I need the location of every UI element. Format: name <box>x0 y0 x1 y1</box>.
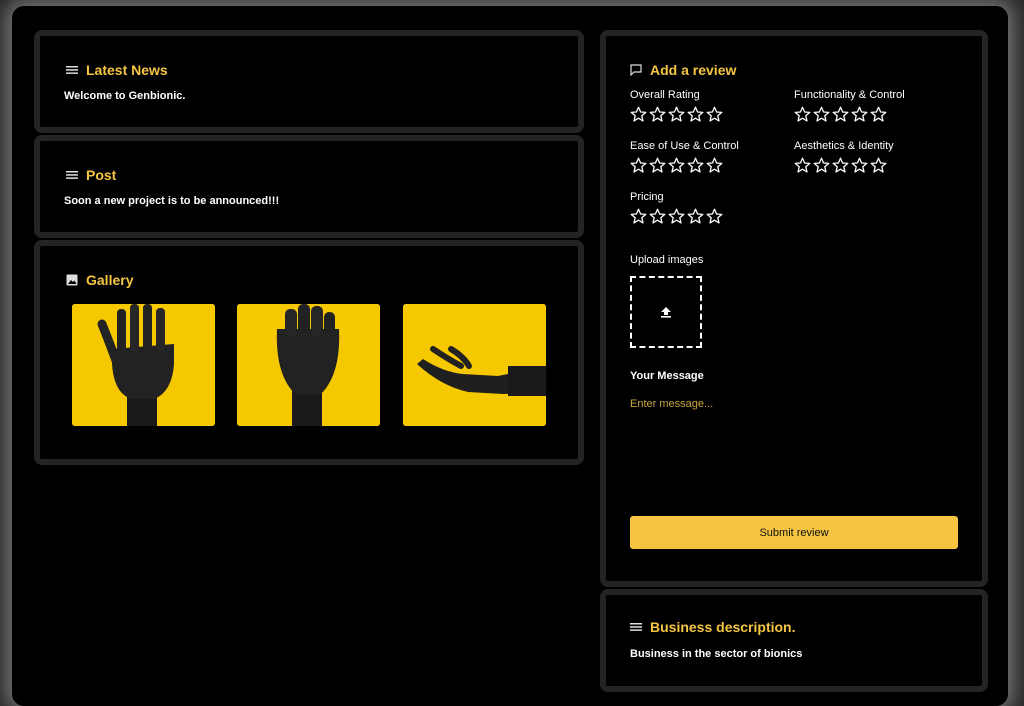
star-icon[interactable] <box>832 106 849 123</box>
review-title: Add a review <box>630 62 736 78</box>
rating-label-pricing: Pricing <box>630 191 664 203</box>
star-icon[interactable] <box>870 157 887 174</box>
rating-stars-functionality[interactable] <box>794 106 887 123</box>
star-icon[interactable] <box>851 157 868 174</box>
post-title: Post <box>66 167 116 183</box>
business-text: Business in the sector of bionics <box>630 648 803 660</box>
post-text: Soon a new project is to be announced!!! <box>64 195 280 207</box>
image-icon <box>66 274 78 286</box>
star-icon[interactable] <box>649 106 666 123</box>
list-icon <box>66 171 78 179</box>
star-icon[interactable] <box>668 157 685 174</box>
reaching-hand-icon <box>403 304 546 426</box>
review-card: Add a review Overall Rating Functionalit… <box>600 30 988 587</box>
rating-label-ease-of-use: Ease of Use & Control <box>630 140 739 152</box>
gallery-card: Gallery <box>34 240 584 465</box>
star-icon[interactable] <box>649 157 666 174</box>
post-title-text: Post <box>86 167 117 183</box>
star-icon[interactable] <box>630 157 647 174</box>
star-icon[interactable] <box>687 157 704 174</box>
post-card: Post Soon a new project is to be announc… <box>34 135 584 238</box>
list-icon <box>66 66 78 74</box>
star-icon[interactable] <box>870 106 887 123</box>
rating-stars-ease-of-use[interactable] <box>630 157 723 174</box>
rating-label-overall: Overall Rating <box>630 89 700 101</box>
open-hand-icon <box>72 304 215 426</box>
star-icon[interactable] <box>706 208 723 225</box>
star-icon[interactable] <box>851 106 868 123</box>
star-icon[interactable] <box>668 106 685 123</box>
latest-news-title: Latest News <box>66 62 168 78</box>
star-icon[interactable] <box>813 157 830 174</box>
rating-stars-aesthetics[interactable] <box>794 157 887 174</box>
gallery-title: Gallery <box>66 272 133 288</box>
star-icon[interactable] <box>649 208 666 225</box>
latest-news-card: Latest News Welcome to Genbionic. <box>34 30 584 133</box>
latest-news-text: Welcome to Genbionic. <box>64 90 186 102</box>
submit-review-button[interactable]: Submit review <box>630 516 958 549</box>
list-icon <box>630 623 642 631</box>
rating-stars-overall[interactable] <box>630 106 723 123</box>
rating-stars-pricing[interactable] <box>630 208 723 225</box>
upload-label: Upload images <box>630 254 704 266</box>
star-icon[interactable] <box>794 157 811 174</box>
upload-images-dropzone[interactable] <box>630 276 702 348</box>
star-icon[interactable] <box>832 157 849 174</box>
star-icon[interactable] <box>794 106 811 123</box>
rating-label-functionality: Functionality & Control <box>794 89 905 101</box>
message-input[interactable] <box>630 398 956 508</box>
star-icon[interactable] <box>813 106 830 123</box>
star-icon[interactable] <box>668 208 685 225</box>
business-card: Business description. Business in the se… <box>600 589 988 692</box>
gallery-image-open-hand[interactable] <box>72 304 215 426</box>
message-label: Your Message <box>630 370 704 382</box>
upload-icon <box>661 307 671 318</box>
star-icon[interactable] <box>687 106 704 123</box>
gallery-title-text: Gallery <box>86 272 134 288</box>
business-title: Business description. <box>630 619 795 635</box>
comment-icon <box>630 64 642 76</box>
rating-label-aesthetics: Aesthetics & Identity <box>794 140 894 152</box>
fist-icon <box>237 304 380 426</box>
star-icon[interactable] <box>706 106 723 123</box>
latest-news-title-text: Latest News <box>86 62 168 78</box>
star-icon[interactable] <box>687 208 704 225</box>
gallery-image-reaching-hand[interactable] <box>403 304 546 426</box>
gallery-image-fist[interactable] <box>237 304 380 426</box>
star-icon[interactable] <box>630 208 647 225</box>
review-title-text: Add a review <box>650 62 737 78</box>
business-title-text: Business description. <box>650 619 796 635</box>
star-icon[interactable] <box>706 157 723 174</box>
star-icon[interactable] <box>630 106 647 123</box>
